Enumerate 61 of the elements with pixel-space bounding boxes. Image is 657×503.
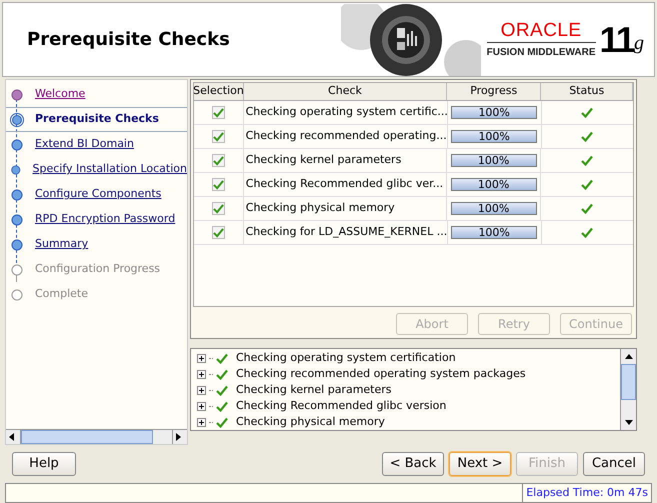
nav-button[interactable]: Help bbox=[12, 452, 76, 476]
progress-reading: 100% bbox=[477, 227, 511, 238]
checkmark-icon bbox=[212, 203, 224, 214]
expand-icon[interactable] bbox=[197, 370, 206, 378]
scroll-thumb[interactable] bbox=[21, 430, 153, 444]
expand-icon[interactable] bbox=[197, 418, 206, 426]
progress-reading: 100% bbox=[477, 131, 511, 142]
checkmark-icon bbox=[212, 227, 224, 238]
checkmark-icon bbox=[212, 179, 224, 190]
table-cell: Checking recommended operating... bbox=[244, 125, 448, 148]
step-link[interactable]: Prerequisite Checks bbox=[35, 111, 159, 128]
nav-button[interactable]: < Back bbox=[382, 452, 444, 476]
scroll-down-icon[interactable] bbox=[624, 418, 634, 428]
expand-icon[interactable] bbox=[197, 386, 206, 394]
page-title: Prerequisite Checks bbox=[26, 28, 231, 52]
row-checkbox[interactable] bbox=[212, 226, 225, 239]
tree-item[interactable]: Checking operating system certification bbox=[236, 350, 456, 366]
tree-item[interactable]: Checking kernel parameters bbox=[236, 382, 392, 398]
column-header[interactable]: Check bbox=[244, 83, 447, 100]
table-cell: Checking operating system certific... bbox=[244, 101, 448, 124]
checkmark-icon bbox=[212, 107, 224, 118]
progress-reading: 100% bbox=[476, 203, 510, 214]
elapsed-time: Elapsed Time: 0m 47s bbox=[522, 484, 651, 502]
tree-item[interactable]: Checking recommended operating system packages bbox=[236, 366, 526, 382]
expand-icon[interactable] bbox=[197, 402, 206, 410]
brand-logo-text: ORACLE bbox=[500, 20, 582, 42]
horizontal-scrollbar[interactable] bbox=[6, 429, 187, 444]
table-cell: Checking for LD_ASSUME_KERNEL ... bbox=[244, 221, 448, 244]
tree-item[interactable]: Checking Recommended glibc version bbox=[236, 398, 446, 414]
step-link[interactable]: Welcome bbox=[35, 86, 86, 103]
table-cell: Checking physical memory bbox=[244, 197, 447, 220]
step-link[interactable]: RPD Encryption Password bbox=[35, 211, 176, 228]
scroll-thumb[interactable] bbox=[621, 364, 636, 400]
step-link[interactable]: Specify Installation Location bbox=[32, 161, 187, 178]
row-checkbox[interactable] bbox=[212, 202, 225, 215]
checkmark-icon bbox=[212, 155, 224, 166]
table-cell: Checking Recommended glibc ver... bbox=[244, 173, 447, 196]
expand-icon[interactable] bbox=[197, 354, 206, 362]
column-header[interactable]: Status bbox=[541, 83, 633, 100]
row-checkbox[interactable] bbox=[212, 154, 225, 167]
nav-button[interactable]: Cancel bbox=[583, 452, 645, 476]
version-suffix: g bbox=[634, 32, 644, 56]
row-checkbox[interactable] bbox=[212, 130, 225, 143]
vertical-scrollbar[interactable] bbox=[620, 349, 636, 430]
row-checkbox[interactable] bbox=[212, 106, 225, 119]
step-link[interactable]: Configure Components bbox=[35, 186, 162, 203]
checkmark-icon bbox=[212, 131, 224, 142]
progress-reading: 100% bbox=[476, 179, 510, 190]
version-number: 11 bbox=[600, 22, 634, 58]
nav-button[interactable]: Next > bbox=[449, 452, 511, 476]
progress-reading: 100% bbox=[476, 155, 510, 166]
step-link[interactable]: Extend BI Domain bbox=[35, 136, 134, 153]
scroll-up-icon[interactable] bbox=[624, 352, 634, 362]
tree-item[interactable]: Checking physical memory bbox=[236, 414, 385, 430]
table-cell: Checking kernel parameters bbox=[244, 149, 447, 172]
product-name: FUSION MIDDLEWARE bbox=[486, 42, 596, 60]
step-link[interactable]: Summary bbox=[35, 236, 88, 253]
row-checkbox[interactable] bbox=[212, 178, 225, 191]
column-header[interactable]: Progress bbox=[446, 83, 542, 100]
column-header[interactable]: Selection bbox=[194, 83, 244, 100]
progress-reading: 100% bbox=[477, 107, 511, 118]
